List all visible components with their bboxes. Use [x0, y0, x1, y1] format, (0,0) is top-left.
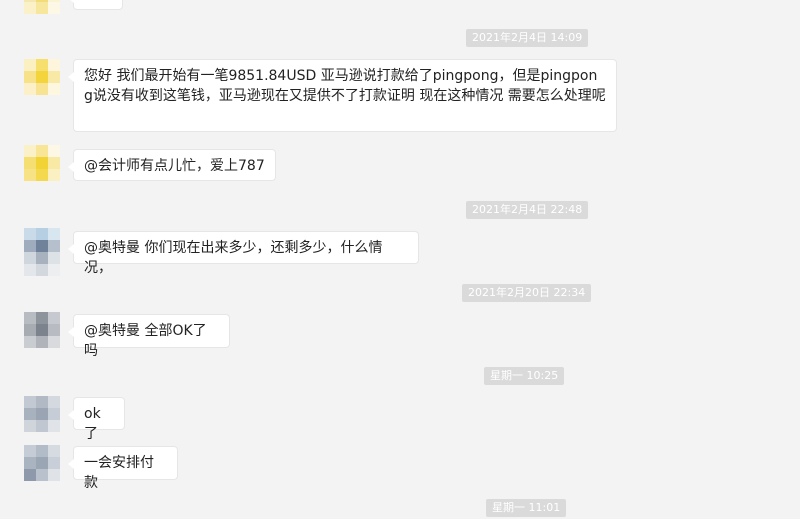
timestamp: 2021年2月20日 22:34 — [462, 284, 592, 302]
timestamp: 2021年2月4日 14:09 — [466, 29, 589, 47]
message-bubble[interactable]: 一会安排付款 — [68, 446, 178, 491]
avatar[interactable] — [24, 312, 60, 348]
chat-message-list[interactable]: 2021年2月4日 14:09 您好 我们最开始有一笔9851.84USD 亚马… — [0, 0, 800, 519]
avatar[interactable] — [24, 59, 60, 95]
avatar[interactable] — [24, 445, 60, 481]
message-bubble[interactable]: @会计师有点儿忙，爱上787 — [68, 149, 276, 181]
timestamp: 星期一 10:25 — [484, 367, 565, 385]
timestamp: 2021年2月4日 22:48 — [466, 201, 589, 219]
timestamp: 星期一 11:01 — [486, 499, 567, 517]
message-bubble[interactable]: 您好 我们最开始有一笔9851.84USD 亚马逊说打款给了pingpong，但… — [68, 59, 617, 132]
avatar[interactable] — [24, 145, 60, 181]
message-bubble[interactable]: @奥特曼 全部OK了吗 — [68, 314, 230, 359]
avatar[interactable] — [24, 228, 60, 276]
avatar[interactable] — [24, 0, 60, 14]
message-bubble[interactable]: @奥特曼 你们现在出来多少，还剩多少，什么情况， — [68, 231, 419, 276]
message-bubble[interactable]: ok了 — [68, 397, 125, 442]
message-bubble-partial[interactable] — [68, 0, 123, 10]
avatar[interactable] — [24, 396, 60, 432]
